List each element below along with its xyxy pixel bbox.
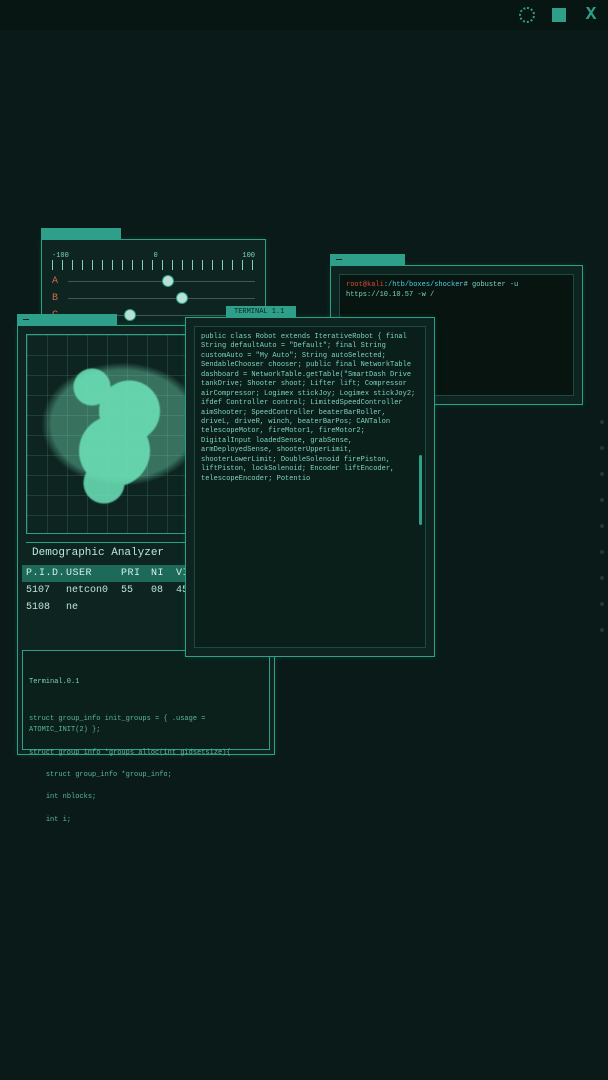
slider-knob-a[interactable] bbox=[162, 275, 174, 287]
analyzer-title: Demographic Analyzer bbox=[32, 547, 164, 559]
window-tab[interactable] bbox=[41, 228, 121, 240]
code-lines: public class Robot extends IterativeRobo… bbox=[201, 333, 419, 484]
dot-icon bbox=[600, 576, 604, 580]
code-window-title: TERMINAL 1.1 bbox=[234, 308, 284, 316]
ruler-ticks bbox=[52, 260, 255, 270]
dot-icon bbox=[600, 472, 604, 476]
dot-icon bbox=[600, 550, 604, 554]
code-window[interactable]: TERMINAL 1.1 public class Robot extends … bbox=[185, 317, 435, 657]
code-body[interactable]: public class Robot extends IterativeRobo… bbox=[194, 326, 426, 648]
slider-scale: -100 0 100 bbox=[52, 252, 255, 260]
dot-icon bbox=[600, 446, 604, 450]
slider-knob-b[interactable] bbox=[176, 292, 188, 304]
window-icon[interactable] bbox=[550, 6, 568, 24]
side-indicator-dots bbox=[600, 420, 604, 632]
terminal-panel-0[interactable]: Terminal.0.1 struct group_info init_grou… bbox=[22, 650, 270, 750]
dot-icon bbox=[600, 628, 604, 632]
slider-track-a[interactable] bbox=[68, 281, 255, 282]
slider-track-b[interactable] bbox=[68, 298, 255, 299]
slider-row-a: A bbox=[52, 276, 255, 287]
shell-user: root@kali bbox=[346, 281, 384, 289]
settings-icon[interactable] bbox=[518, 6, 536, 24]
scrollbar[interactable] bbox=[419, 455, 422, 525]
shell-path: :/htb/boxes/shocker bbox=[384, 281, 464, 289]
dot-icon bbox=[600, 498, 604, 502]
window-tab[interactable]: — bbox=[17, 314, 117, 326]
slider-row-b: B bbox=[52, 293, 255, 304]
terminal-output: struct group_info init_groups = { .usage… bbox=[29, 714, 263, 826]
slider-knob-c[interactable] bbox=[124, 309, 136, 321]
dot-icon bbox=[600, 524, 604, 528]
dot-icon bbox=[600, 420, 604, 424]
terminal-title: Terminal.0.1 bbox=[29, 677, 263, 688]
dot-icon bbox=[600, 602, 604, 606]
slider-label: A bbox=[52, 276, 62, 287]
slider-label: B bbox=[52, 293, 62, 304]
title-bar: X bbox=[0, 0, 608, 30]
minimize-icon[interactable]: — bbox=[23, 315, 29, 326]
window-tab[interactable]: — bbox=[330, 254, 405, 266]
minimize-icon[interactable]: — bbox=[336, 255, 342, 266]
close-icon[interactable]: X bbox=[582, 6, 600, 24]
